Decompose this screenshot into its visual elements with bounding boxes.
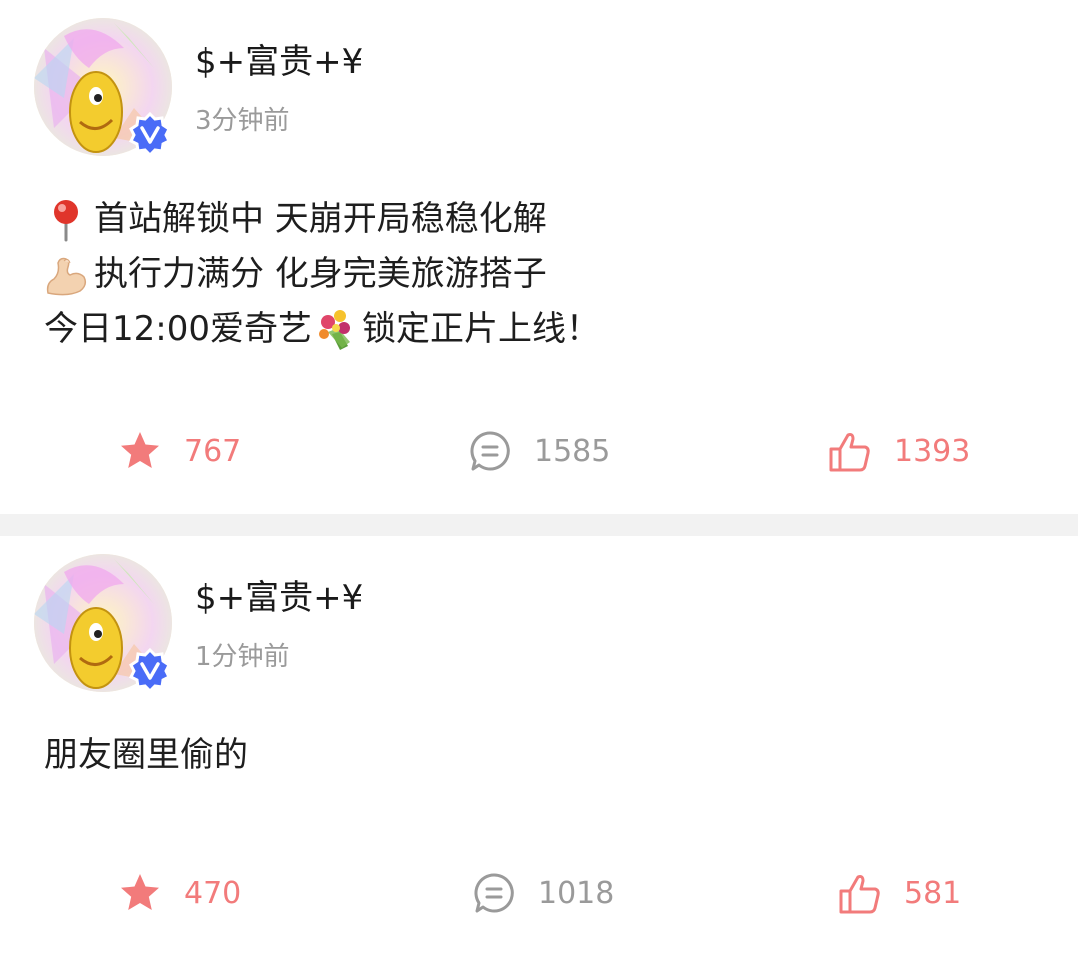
- like-count: 1393: [894, 433, 971, 469]
- content-text: 锁定正片上线！: [361, 309, 600, 349]
- comment-button[interactable]: 1585: [468, 421, 610, 481]
- bouquet-icon: [314, 308, 358, 352]
- post-card: $+富贵+¥ 3分钟前 首站解锁中 天崩开局稳稳化解 执行力满分 化身完美旅游搭…: [0, 0, 1078, 514]
- post-separator: [0, 514, 1078, 536]
- thumbs-up-icon: [838, 871, 882, 915]
- star-icon: [118, 429, 162, 473]
- flexed-biceps-icon: [44, 253, 88, 297]
- favorite-count: 470: [184, 875, 242, 911]
- round-pushpin-icon: [44, 198, 88, 242]
- favorite-button[interactable]: 767: [118, 421, 241, 481]
- like-count: 581: [904, 875, 962, 911]
- username[interactable]: $+富贵+¥: [195, 40, 363, 84]
- like-button[interactable]: 1393: [828, 421, 970, 481]
- username[interactable]: $+富贵+¥: [195, 576, 363, 620]
- comment-icon: [472, 871, 516, 915]
- content-text: 执行力满分 化身完美旅游搭子: [94, 254, 547, 294]
- post-content: 首站解锁中 天崩开局稳稳化解 执行力满分 化身完美旅游搭子 今日12:00爱奇艺: [44, 192, 600, 357]
- content-text: 首站解锁中 天崩开局稳稳化解: [94, 199, 547, 239]
- verified-badge-icon: [128, 647, 172, 694]
- verified-badge-icon: [128, 111, 172, 158]
- content-line: 今日12:00爱奇艺 锁定正片上线！: [44, 302, 600, 357]
- thumbs-up-icon: [828, 429, 872, 473]
- favorite-count: 767: [184, 433, 242, 469]
- post-time: 3分钟前: [195, 106, 290, 136]
- content-text: 今日12:00爱奇艺: [44, 309, 312, 349]
- star-icon: [118, 871, 162, 915]
- avatar[interactable]: [34, 18, 172, 158]
- action-bar: 470 1018 581: [0, 863, 1078, 923]
- comment-icon: [468, 429, 512, 473]
- content-line: 朋友圈里偷的: [44, 728, 248, 783]
- avatar[interactable]: [34, 554, 172, 694]
- content-line: 执行力满分 化身完美旅游搭子: [44, 247, 600, 302]
- post-content: 朋友圈里偷的: [44, 728, 248, 783]
- like-button[interactable]: 581: [838, 863, 961, 923]
- comment-count: 1585: [534, 433, 611, 469]
- comment-count: 1018: [538, 875, 615, 911]
- post-card: $+富贵+¥ 1分钟前 朋友圈里偷的 470 1018 581: [0, 536, 1078, 960]
- content-line: 首站解锁中 天崩开局稳稳化解: [44, 192, 600, 247]
- action-bar: 767 1585 1393: [0, 421, 1078, 481]
- content-text: 朋友圈里偷的: [44, 735, 248, 775]
- comment-button[interactable]: 1018: [472, 863, 614, 923]
- post-time: 1分钟前: [195, 642, 290, 672]
- favorite-button[interactable]: 470: [118, 863, 241, 923]
